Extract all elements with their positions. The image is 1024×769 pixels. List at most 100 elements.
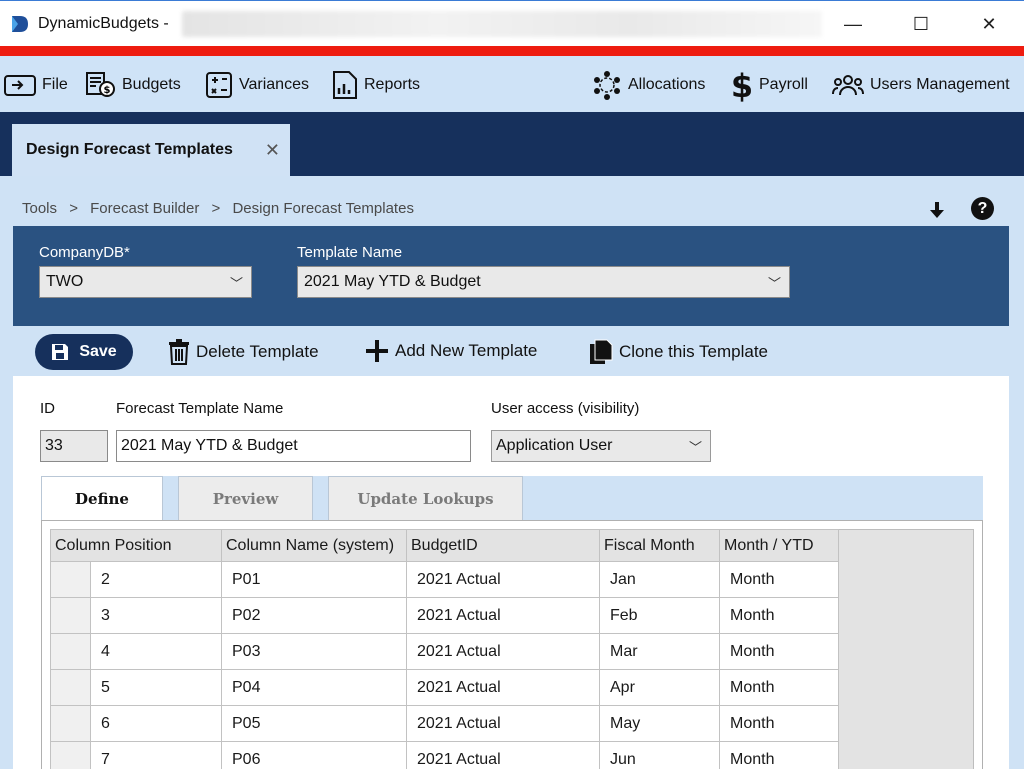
cell-budget-id[interactable]: 2021 Actual [406, 561, 600, 598]
table-row[interactable]: 4 P03 2021 Actual Mar Month [50, 633, 839, 670]
cell-budget-id[interactable]: 2021 Actual [406, 597, 600, 634]
company-db-select[interactable]: TWO ﹀ [39, 266, 252, 298]
user-access-select[interactable]: Application User ﹀ [491, 430, 711, 462]
template-editor: ID 33 Forecast Template Name 2021 May YT… [13, 376, 1009, 769]
cell-column-name[interactable]: P02 [221, 597, 407, 634]
cell-fiscal-month[interactable]: Mar [599, 633, 720, 670]
cell-column-position[interactable]: 3 [90, 597, 222, 634]
minimize-button[interactable]: — [830, 9, 876, 39]
column-header[interactable]: Month / YTD [719, 529, 839, 562]
save-button-label: Save [79, 343, 117, 360]
cell-column-name[interactable]: P03 [221, 633, 407, 670]
forecast-template-name-field[interactable]: 2021 May YTD & Budget [116, 430, 471, 462]
menu-payroll-label: Payroll [759, 76, 808, 93]
save-icon [52, 344, 69, 360]
cell-column-name[interactable]: P04 [221, 669, 407, 706]
close-window-button[interactable]: ✕ [966, 9, 1012, 39]
menu-allocations-label: Allocations [628, 76, 706, 93]
columns-grid-panel: Column Position Column Name (system) Bud… [41, 520, 983, 769]
cell-fiscal-month[interactable]: Apr [599, 669, 720, 706]
table-row[interactable]: 6 P05 2021 Actual May Month [50, 705, 839, 742]
tab-design-forecast-templates[interactable]: Design Forecast Templates ✕ [12, 124, 290, 176]
cell-column-name[interactable]: P06 [221, 741, 407, 769]
allocations-icon [594, 71, 620, 100]
delete-template-button[interactable]: Delete Template [168, 339, 319, 365]
chevron-down-icon: ﹀ [767, 276, 781, 291]
action-toolbar: Save Delete Template Add New Template Cl… [13, 326, 1009, 376]
users-icon [832, 75, 864, 96]
column-header[interactable]: BudgetID [406, 529, 600, 562]
menu-users-management-label: Users Management [870, 76, 1010, 93]
breadcrumb-item-forecast-builder[interactable]: Forecast Builder [90, 200, 199, 217]
cell-month-ytd[interactable]: Month [719, 633, 839, 670]
template-name-select[interactable]: 2021 May YTD & Budget ﹀ [297, 266, 790, 298]
menu-variances[interactable]: Variances [205, 70, 309, 100]
cell-fiscal-month[interactable]: May [599, 705, 720, 742]
column-header[interactable]: Fiscal Month [599, 529, 720, 562]
row-selector[interactable] [50, 669, 91, 706]
column-header[interactable]: Column Position [50, 529, 222, 562]
row-selector[interactable] [50, 561, 91, 598]
breadcrumb: Tools > Forecast Builder > Design Foreca… [22, 200, 414, 217]
row-selector[interactable] [50, 597, 91, 634]
cell-budget-id[interactable]: 2021 Actual [406, 705, 600, 742]
cell-fiscal-month[interactable]: Jun [599, 741, 720, 769]
tab-preview[interactable]: Preview [178, 476, 313, 520]
cell-column-position[interactable]: 5 [90, 669, 222, 706]
row-selector[interactable] [50, 705, 91, 742]
help-icon[interactable]: ? [971, 197, 994, 220]
breadcrumb-item-current: Design Forecast Templates [232, 200, 414, 217]
cell-budget-id[interactable]: 2021 Actual [406, 741, 600, 769]
cell-fiscal-month[interactable]: Feb [599, 597, 720, 634]
breadcrumb-item-tools[interactable]: Tools [22, 200, 57, 217]
cell-column-name[interactable]: P01 [221, 561, 407, 598]
cell-column-position[interactable]: 4 [90, 633, 222, 670]
add-new-template-label: Add New Template [395, 341, 538, 360]
tab-define[interactable]: Define [41, 476, 163, 520]
cell-column-position[interactable]: 7 [90, 741, 222, 769]
maximize-button[interactable]: ☐ [898, 9, 944, 39]
cell-column-name[interactable]: P05 [221, 705, 407, 742]
table-row[interactable]: 7 P06 2021 Actual Jun Month [50, 741, 839, 769]
menu-allocations[interactable]: Allocations [592, 70, 705, 100]
table-row[interactable]: 5 P04 2021 Actual Apr Month [50, 669, 839, 706]
cell-month-ytd[interactable]: Month [719, 741, 839, 769]
template-name-value: 2021 May YTD & Budget [304, 273, 481, 290]
cell-month-ytd[interactable]: Month [719, 669, 839, 706]
tab-update-lookups[interactable]: Update Lookups [328, 476, 523, 520]
chevron-down-icon: ﹀ [229, 276, 243, 291]
plus-icon [366, 340, 388, 362]
cell-budget-id[interactable]: 2021 Actual [406, 633, 600, 670]
accent-bar [0, 46, 1024, 56]
column-header[interactable]: Column Name (system) [221, 529, 407, 562]
menu-variances-label: Variances [239, 76, 309, 93]
save-button[interactable]: Save [35, 334, 133, 370]
chevron-down-icon: ﹀ [688, 440, 702, 455]
add-new-template-button[interactable]: Add New Template [365, 339, 537, 363]
cell-month-ytd[interactable]: Month [719, 705, 839, 742]
svg-text:$: $ [104, 85, 111, 96]
table-row[interactable]: 3 P02 2021 Actual Feb Month [50, 597, 839, 634]
cell-column-position[interactable]: 2 [90, 561, 222, 598]
table-row[interactable]: 2 P01 2021 Actual Jan Month [50, 561, 839, 598]
arrow-down-icon[interactable] [928, 200, 946, 220]
menu-file[interactable]: File [4, 70, 68, 100]
clone-template-button[interactable]: Clone this Template [589, 339, 768, 365]
cell-fiscal-month[interactable]: Jan [599, 561, 720, 598]
menu-users-management[interactable]: Users Management [832, 70, 1010, 100]
menu-payroll[interactable]: $ Payroll [731, 68, 808, 102]
cell-month-ytd[interactable]: Month [719, 561, 839, 598]
grid-header-row: Column Position Column Name (system) Bud… [50, 529, 839, 562]
clone-template-label: Clone this Template [619, 342, 768, 361]
cell-column-position[interactable]: 6 [90, 705, 222, 742]
cell-budget-id[interactable]: 2021 Actual [406, 669, 600, 706]
cell-month-ytd[interactable]: Month [719, 597, 839, 634]
row-selector[interactable] [50, 633, 91, 670]
trash-icon [169, 339, 189, 365]
row-selector[interactable] [50, 741, 91, 769]
variances-icon [206, 72, 232, 98]
main-panel: Tools > Forecast Builder > Design Foreca… [0, 176, 1024, 769]
close-tab-icon[interactable]: ✕ [265, 140, 280, 161]
menu-budgets[interactable]: $ Budgets [86, 70, 181, 100]
menu-reports[interactable]: Reports [332, 70, 420, 100]
